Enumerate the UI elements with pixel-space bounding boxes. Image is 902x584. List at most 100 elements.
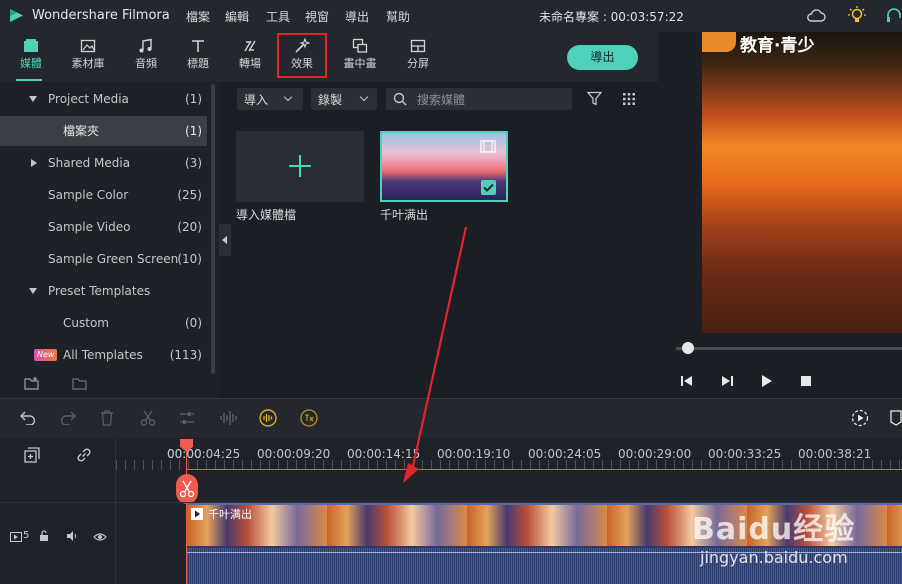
play-icon[interactable] xyxy=(761,375,773,390)
undo-icon[interactable] xyxy=(20,411,36,428)
audio-ducking-icon[interactable] xyxy=(259,409,277,430)
eye-icon[interactable] xyxy=(93,531,107,545)
tab-titles-label: 標題 xyxy=(187,57,209,70)
active-tab-underline xyxy=(16,79,42,81)
sidebar-item-sample-video[interactable]: Sample Video (20) xyxy=(0,212,210,242)
sidebar-item-all-templates[interactable]: New All Templates (113) xyxy=(0,340,210,370)
sidebar-item-label: Sample Video xyxy=(48,220,131,234)
sidebar-item-label: Preset Templates xyxy=(48,284,151,298)
render-preview-icon[interactable] xyxy=(851,409,869,430)
search-icon xyxy=(393,92,407,106)
pip-icon xyxy=(352,38,368,53)
sidebar-item-label: 檔案夾 xyxy=(63,124,100,138)
sidebar-scrollbar[interactable] xyxy=(211,84,215,374)
tab-stock[interactable]: 素材庫 xyxy=(63,36,113,78)
project-title: 未命名專案 : 00:03:57:22 xyxy=(539,10,684,24)
tab-audio[interactable]: 音頻 xyxy=(121,36,171,78)
tab-media[interactable]: 媒體 xyxy=(6,36,56,78)
delete-icon[interactable] xyxy=(100,410,114,429)
menu-file[interactable]: 檔案 xyxy=(186,8,210,25)
preview-progress-handle[interactable] xyxy=(682,342,694,354)
audio-wave-icon[interactable] xyxy=(219,410,237,429)
title-bar: Wondershare Filmora 檔案 編輯 工具 視窗 導出 幫助 未命… xyxy=(0,0,902,32)
export-button[interactable]: 導出 xyxy=(567,45,638,70)
new-badge: New xyxy=(34,349,58,361)
collapse-handle[interactable] xyxy=(219,224,231,256)
preview-overlay-text: 教育·青少 xyxy=(740,36,815,56)
add-track-icon[interactable] xyxy=(24,447,40,466)
sidebar-item-preset-templates[interactable]: Preset Templates xyxy=(0,276,210,306)
menu-help[interactable]: 幫助 xyxy=(386,8,410,25)
tab-split-screen-label: 分屏 xyxy=(407,57,429,70)
sidebar-item-label: Shared Media xyxy=(48,156,131,170)
cut-icon[interactable] xyxy=(140,410,156,429)
sidebar-item-label: Sample Green Screen xyxy=(48,252,179,266)
sidebar-item-count: (1) xyxy=(185,92,202,106)
sidebar-item-count: (25) xyxy=(177,188,202,202)
sidebar-item-sample-color[interactable]: Sample Color (25) xyxy=(0,180,210,210)
menu-tools[interactable]: 工具 xyxy=(266,8,290,25)
tab-pip[interactable]: 畫中畫 xyxy=(335,36,385,78)
step-back-icon[interactable] xyxy=(680,375,694,390)
menu-view[interactable]: 視窗 xyxy=(305,8,329,25)
ruler-label: 00:00:24:05 xyxy=(528,447,602,461)
bulb-icon[interactable] xyxy=(848,6,866,29)
redo-icon[interactable] xyxy=(60,411,76,428)
filter-icon[interactable] xyxy=(586,91,603,109)
text-icon xyxy=(192,40,204,52)
new-folder-icon[interactable] xyxy=(24,377,40,394)
speaker-icon[interactable] xyxy=(66,530,78,545)
chevron-down-icon xyxy=(359,92,369,102)
record-dropdown[interactable]: 錄製 xyxy=(311,88,377,110)
clip-label: 千叶满出 xyxy=(380,208,429,222)
sidebar-item-label: Project Media xyxy=(48,92,129,106)
sidebar-item-count: (1) xyxy=(185,124,202,138)
annotation-arrow xyxy=(403,226,468,483)
grid-view-icon[interactable] xyxy=(622,92,636,109)
sidebar-item-folder[interactable]: 檔案夾 (1) xyxy=(0,116,207,146)
link-icon[interactable] xyxy=(76,447,92,466)
import-tile-label: 導入媒體檔 xyxy=(236,208,297,222)
import-media-tile[interactable] xyxy=(236,131,364,202)
menu-export[interactable]: 導出 xyxy=(345,8,369,25)
import-dropdown[interactable]: 導入 xyxy=(237,88,303,110)
ruler-label: 00:00:09:20 xyxy=(257,447,331,461)
split-screen-icon xyxy=(410,39,426,53)
check-icon xyxy=(481,180,496,195)
lock-icon[interactable] xyxy=(39,530,49,545)
ruler-label: 00:00:29:00 xyxy=(618,447,692,461)
sidebar-item-project-media[interactable]: Project Media (1) xyxy=(0,84,210,114)
menu-edit[interactable]: 編輯 xyxy=(225,8,249,25)
sidebar-item-custom[interactable]: Custom (0) xyxy=(0,308,210,338)
clip-play-icon xyxy=(191,508,203,520)
adjust-icon[interactable] xyxy=(179,410,195,429)
folder-icon[interactable] xyxy=(72,377,88,394)
marker-icon[interactable] xyxy=(890,410,902,429)
sidebar-item-count: (0) xyxy=(185,316,202,330)
tab-split-screen[interactable]: 分屏 xyxy=(393,36,443,78)
split-scissors-button[interactable] xyxy=(176,474,198,504)
sidebar-item-count: (10) xyxy=(177,252,202,266)
step-forward-icon[interactable] xyxy=(720,375,734,390)
headset-icon[interactable] xyxy=(886,7,902,28)
tab-transitions[interactable]: 轉場 xyxy=(225,36,275,78)
tab-media-label: 媒體 xyxy=(20,57,42,70)
sidebar-item-sample-green-screen[interactable]: Sample Green Screen (10) xyxy=(0,244,210,274)
stop-icon[interactable] xyxy=(801,376,811,386)
caret-down-icon xyxy=(29,96,37,102)
cloud-icon[interactable] xyxy=(806,8,826,27)
watermark-url: jingyan.baidu.com xyxy=(700,548,848,567)
tab-titles[interactable]: 標題 xyxy=(173,36,223,78)
import-dropdown-label: 導入 xyxy=(244,93,269,107)
ruler-label: 00:00:38:21 xyxy=(798,447,872,461)
preview-video-frame: 教育·青少 xyxy=(702,32,902,333)
sidebar-item-label: All Templates xyxy=(63,348,143,362)
annotation-highlight-box xyxy=(277,33,327,78)
image-icon xyxy=(80,39,96,53)
preview-overlay-logo xyxy=(702,32,736,52)
media-clip-thumbnail[interactable] xyxy=(380,131,508,202)
speech-to-text-icon[interactable] xyxy=(300,409,318,430)
preview-progress-track[interactable] xyxy=(676,347,902,350)
search-input[interactable]: 搜索媒體 xyxy=(386,88,572,110)
sidebar-item-shared-media[interactable]: Shared Media (3) xyxy=(0,148,210,178)
